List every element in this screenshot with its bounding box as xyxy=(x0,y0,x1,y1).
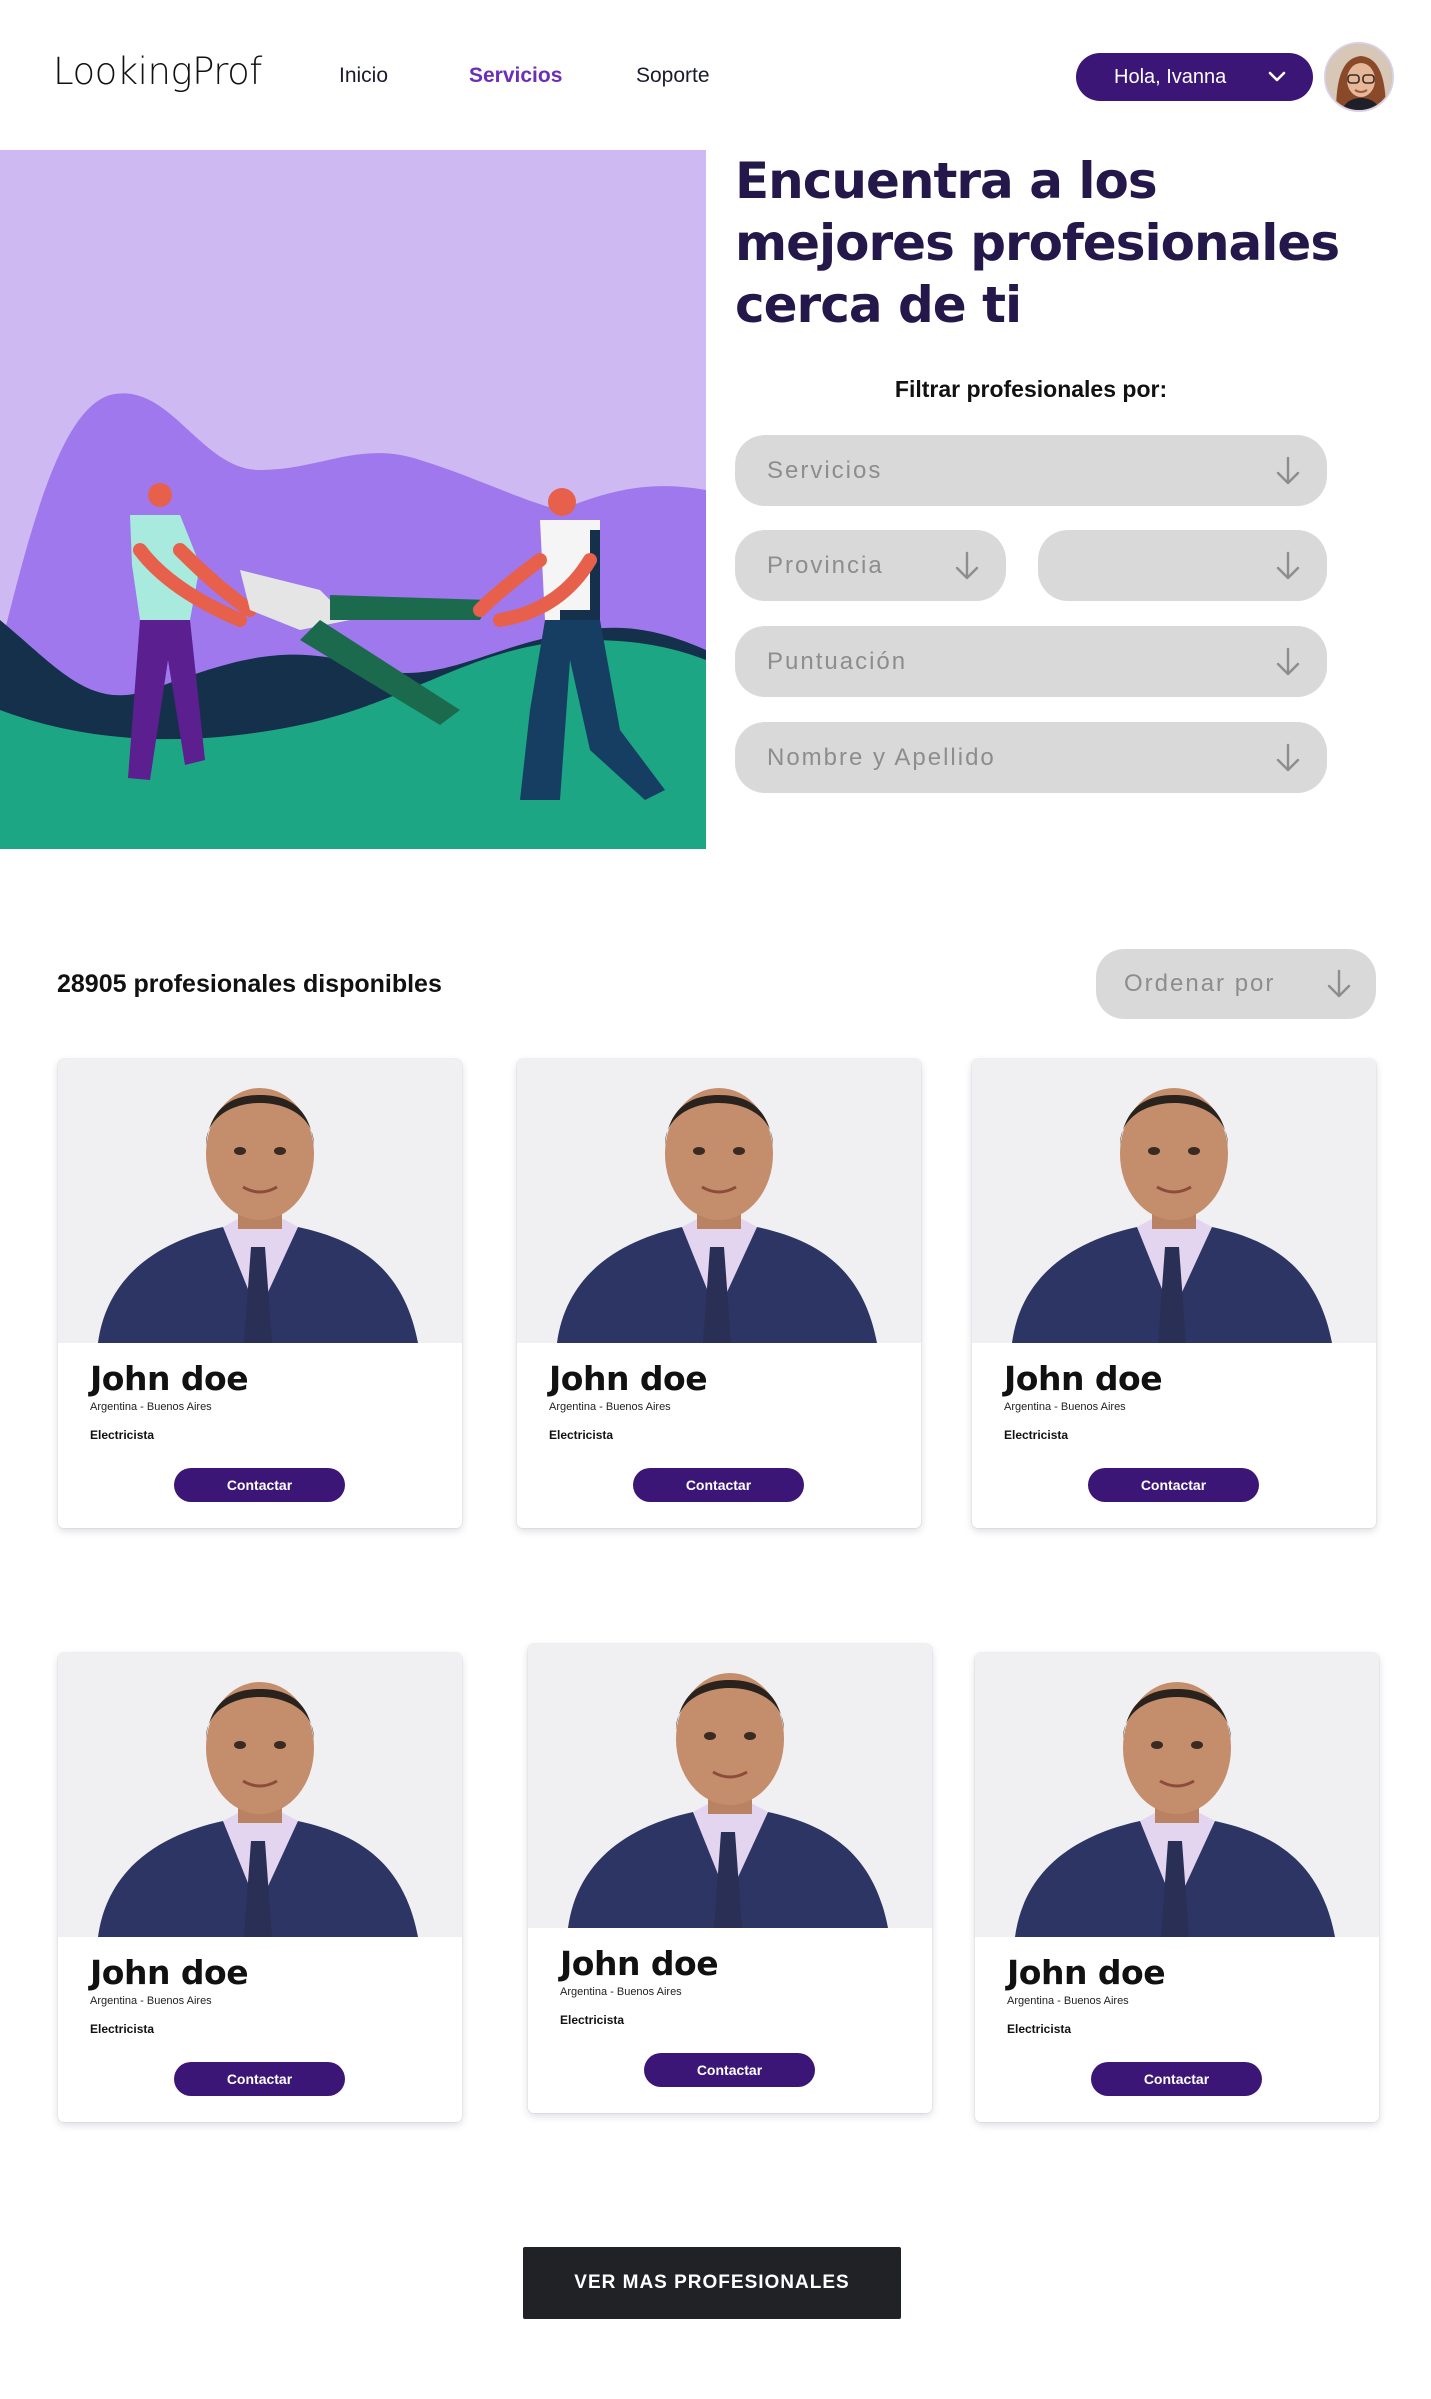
professional-card[interactable]: John doe Argentina - Buenos Aires Electric… xyxy=(528,1644,932,2113)
arrow-down-icon xyxy=(955,551,979,580)
arrow-down-icon xyxy=(1276,647,1300,676)
provincia-select-label: Provincia xyxy=(767,551,884,579)
professional-name: John doe xyxy=(90,1953,249,1992)
hero-title-line: Encuentra a los xyxy=(735,152,1158,210)
professional-card[interactable]: John doe Argentina - Buenos Aires Electric… xyxy=(58,1653,462,2122)
professional-photo xyxy=(517,1059,921,1343)
servicios-select-label: Servicios xyxy=(767,456,883,484)
professional-location: Argentina - Buenos Aires xyxy=(90,1401,212,1413)
top-navbar: LookingProf Inicio Servicios Soporte Hol… xyxy=(0,0,1431,150)
professional-profession: Electricista xyxy=(1007,2022,1072,2036)
professional-profession: Electricista xyxy=(560,2013,625,2027)
provincia-select[interactable]: Provincia xyxy=(735,530,1006,601)
professional-name: John doe xyxy=(90,1359,249,1398)
contact-button[interactable]: Contactar xyxy=(633,1468,804,1502)
contact-button[interactable]: Contactar xyxy=(174,1468,345,1502)
professional-name: John doe xyxy=(1004,1359,1163,1398)
professional-photo xyxy=(58,1653,462,1937)
professional-location: Argentina - Buenos Aires xyxy=(560,1986,682,1998)
professional-card[interactable]: John doe Argentina - Buenos Aires Electric… xyxy=(975,1653,1379,2122)
professional-location: Argentina - Buenos Aires xyxy=(90,1995,212,2007)
professional-profession: Electricista xyxy=(90,2022,155,2036)
puntuacion-select-label: Puntuación xyxy=(767,647,908,675)
professional-name: John doe xyxy=(1007,1953,1166,1992)
order-by-select[interactable]: Ordenar por xyxy=(1096,949,1376,1019)
professional-name: John doe xyxy=(560,1944,719,1983)
nav-link-inicio[interactable]: Inicio xyxy=(339,64,388,88)
user-greeting: Hola, Ivanna xyxy=(1114,65,1227,88)
nombre-select-label: Nombre y Apellido xyxy=(767,743,996,771)
order-by-label: Ordenar por xyxy=(1124,970,1276,997)
professional-location: Argentina - Buenos Aires xyxy=(1007,1995,1129,2007)
professional-photo xyxy=(972,1059,1376,1343)
nombre-select[interactable]: Nombre y Apellido xyxy=(735,722,1327,793)
hero-illustration xyxy=(0,150,706,849)
professional-card[interactable]: John doe Argentina - Buenos Aires Electric… xyxy=(58,1059,462,1528)
professional-photo xyxy=(975,1653,1379,1937)
user-menu-button[interactable]: Hola, Ivanna xyxy=(1076,53,1313,101)
professional-profession: Electricista xyxy=(1004,1428,1069,1442)
user-avatar[interactable] xyxy=(1324,42,1394,112)
arrow-down-icon xyxy=(1276,551,1300,580)
arrow-down-icon xyxy=(1276,743,1300,772)
professional-card[interactable]: John doe Argentina - Buenos Aires Electric… xyxy=(517,1059,921,1528)
hero-title-line: mejores profesionales xyxy=(735,214,1340,272)
puntuacion-select[interactable]: Puntuación xyxy=(735,626,1327,697)
hero-title: Encuentra a los mejores profesionales ce… xyxy=(735,150,1375,336)
contact-button[interactable]: Contactar xyxy=(644,2053,815,2087)
see-more-button[interactable]: VER MAS PROFESIONALES xyxy=(523,2247,901,2319)
contact-button[interactable]: Contactar xyxy=(1088,1468,1259,1502)
localidad-select[interactable] xyxy=(1038,530,1327,601)
professional-card[interactable]: John doe Argentina - Buenos Aires Electric… xyxy=(972,1059,1376,1528)
contact-button[interactable]: Contactar xyxy=(1091,2062,1262,2096)
professional-profession: Electricista xyxy=(90,1428,155,1442)
professional-location: Argentina - Buenos Aires xyxy=(1004,1401,1126,1413)
professional-photo xyxy=(528,1644,932,1928)
nav-link-soporte[interactable]: Soporte xyxy=(636,64,710,88)
chevron-down-icon xyxy=(1268,71,1286,82)
professional-profession: Electricista xyxy=(549,1428,614,1442)
contact-button[interactable]: Contactar xyxy=(174,2062,345,2096)
arrow-down-icon xyxy=(1276,456,1300,485)
hero-title-line: cerca de ti xyxy=(735,276,1022,334)
logo[interactable]: LookingProf xyxy=(53,50,262,93)
professional-location: Argentina - Buenos Aires xyxy=(549,1401,671,1413)
filter-label: Filtrar profesionales por: xyxy=(894,376,1168,402)
professional-photo xyxy=(58,1059,462,1343)
arrow-down-icon xyxy=(1327,969,1351,998)
results-count: 28905 profesionales disponibles xyxy=(57,970,442,998)
nav-link-servicios[interactable]: Servicios xyxy=(469,64,562,88)
professional-name: John doe xyxy=(549,1359,708,1398)
servicios-select[interactable]: Servicios xyxy=(735,435,1327,506)
